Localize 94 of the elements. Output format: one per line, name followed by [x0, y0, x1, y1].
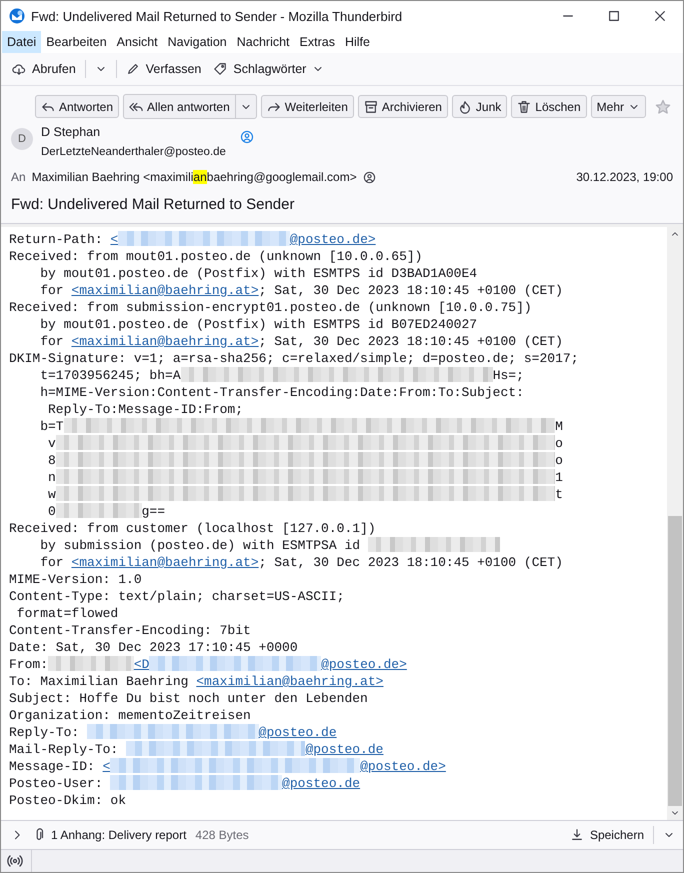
header-text: Return-Path:	[9, 232, 104, 247]
header-text: Reply-To:	[9, 725, 80, 740]
header-text: for	[39, 283, 65, 298]
cloud-icon	[12, 62, 26, 76]
header-text: t=1703956245; bh=A	[39, 368, 181, 383]
header-text: Date: Sat, 30 Dec 2023 17:10:45 +0000	[9, 640, 298, 655]
email-link[interactable]: <maximilian@baehring.at>	[196, 674, 384, 689]
menu-item[interactable]: Datei	[2, 31, 42, 53]
action-button[interactable]: Archivieren	[358, 95, 448, 118]
header-text: Received: from submission-encrypt01.posteo.de (unknown [10.0.0.75])	[9, 300, 532, 315]
radio-waves-icon[interactable]	[7, 853, 23, 869]
header-text: 8	[47, 453, 56, 468]
header-text: by mout01.posteo.de (Postfix) with ESMTPS id D3BAD1A00E4	[39, 266, 478, 281]
header-text: Organization: mementoZeitreisen	[9, 708, 251, 723]
header-text: Reply-To:Message-ID:From;	[47, 402, 244, 417]
header-text: To: Maximilian Baehring	[9, 674, 190, 689]
header-text: 0	[47, 504, 56, 519]
recipient-label: An	[11, 170, 26, 184]
header-text: ; Sat, 30 Dec 2023 18:10:45 +0100 (CET)	[258, 555, 563, 570]
header-text: MIME-Version: 1.0	[9, 572, 142, 587]
attachment-size: 428 Bytes	[195, 828, 249, 842]
header-text: format=flowed	[16, 606, 118, 621]
junk-icon	[458, 100, 472, 114]
more-button[interactable]: Mehr	[590, 95, 646, 118]
archive-icon	[364, 100, 378, 114]
pencil-icon	[126, 62, 140, 76]
header-text: o	[555, 453, 563, 468]
tag-icon	[213, 62, 228, 76]
menu-item[interactable]: Hilfe	[340, 31, 375, 53]
save-button[interactable]: Speichern	[566, 826, 648, 844]
header-text: Received: from customer (localhost [127.0.0.1])	[9, 521, 376, 536]
header-text: Mail-Reply-To:	[9, 742, 120, 757]
header-text: h=MIME-Version:Content-Transfer-Encoding:Date:From:To:Subject:	[39, 385, 524, 400]
action-button[interactable]: Löschen	[511, 95, 587, 118]
email-link[interactable]: <maximilian@baehring.at>	[71, 334, 259, 349]
scrollbar-thumb[interactable]	[668, 516, 682, 806]
header-text: Content-Transfer-Encoding: 7bit	[9, 623, 251, 638]
email-link[interactable]: @posteo.de	[87, 725, 337, 740]
email-link[interactable]: < @posteo.de>	[110, 232, 376, 247]
action-button[interactable]: Weiterleiten	[260, 95, 354, 118]
header-text: Received: from mout01.posteo.de (unknown [10.0.0.65])	[9, 249, 422, 264]
email-link[interactable]: < @posteo.de>	[102, 759, 446, 774]
recipient: Maximilian Baehring <maximilianbaehring@googlemail.com>	[32, 170, 357, 184]
header-text: ; Sat, 30 Dec 2023 18:10:45 +0100 (CET)	[258, 283, 563, 298]
header-text: Content-Type: text/plain; charset=US-ASCII;	[9, 589, 344, 604]
header-text: for	[39, 555, 65, 570]
header-text: w	[47, 487, 56, 502]
sender-email: DerLetzteNeanderthaler@posteo.de	[41, 145, 226, 160]
header-text: v	[47, 436, 56, 451]
menu-item[interactable]: Bearbeiten	[41, 31, 112, 53]
attachment-summary: 1 Anhang: Delivery report	[51, 828, 186, 842]
header-text: t	[555, 487, 563, 502]
header-text: DKIM-Signature: v=1; a=rsa-sha256; c=relaxed/simple; d=posteo.de; s=2017;	[9, 351, 578, 366]
avatar: D	[11, 128, 33, 150]
header-text: o	[555, 436, 563, 451]
header-text: From:	[9, 657, 48, 672]
email-link[interactable]: <maximilian@baehring.at>	[71, 555, 259, 570]
max-icon	[607, 9, 621, 23]
menu-item[interactable]: Extras	[294, 31, 340, 53]
header-text: Hs=;	[492, 368, 524, 383]
app-logo-icon	[9, 8, 25, 24]
toolbar-button[interactable]: Schlagwörter	[208, 56, 330, 82]
menu-item[interactable]: Ansicht	[112, 31, 163, 53]
message-subject: Fwd: Undelivered Mail Returned to Sender	[11, 195, 296, 215]
menu-item[interactable]: Navigation	[162, 31, 232, 53]
email-link[interactable]: @posteo.de	[110, 776, 360, 791]
action-button[interactable]: Antworten	[35, 95, 120, 118]
header-text: Message-ID:	[9, 759, 96, 774]
header-text: g==	[142, 504, 166, 519]
header-text: M	[555, 419, 563, 434]
header-text: Subject: Hoffe Du bist noch unter den Lebenden	[9, 691, 368, 706]
contact-icon	[362, 170, 376, 184]
header-text: Posteo-User:	[9, 776, 104, 791]
toolbar-button[interactable]: Abrufen	[7, 56, 81, 82]
window-title: Fwd: Undelivered Mail Returned to Sender - Mozilla Thunderbird	[31, 8, 404, 24]
action-button[interactable]: Junk	[452, 95, 508, 118]
contact-icon	[240, 130, 254, 144]
header-text: ; Sat, 30 Dec 2023 18:10:45 +0100 (CET)	[258, 334, 563, 349]
email-link[interactable]: @posteo.de	[126, 742, 384, 757]
toolbar-button[interactable]: Verfassen	[120, 56, 206, 82]
header-text: b=T	[39, 419, 64, 434]
email-link[interactable]: <D @posteo.de>	[134, 657, 407, 672]
message-date: 30.12.2023, 19:00	[576, 170, 673, 184]
email-link[interactable]: <maximilian@baehring.at>	[71, 283, 259, 298]
header-text: for	[39, 334, 65, 349]
header-text: Posteo-Dkim: ok	[9, 793, 126, 808]
header-text: by mout01.posteo.de (Postfix) with ESMTPS id B07ED240027	[39, 317, 478, 332]
trash-icon	[517, 100, 532, 114]
close-icon	[653, 9, 667, 23]
menu-item[interactable]: Nachricht	[232, 31, 295, 53]
header-text: n	[47, 470, 56, 485]
header-text: 1	[555, 470, 563, 485]
header-text: by submission (posteo.de) with ESMTPSA id	[39, 538, 362, 553]
sender-name: D Stephan	[41, 124, 102, 141]
